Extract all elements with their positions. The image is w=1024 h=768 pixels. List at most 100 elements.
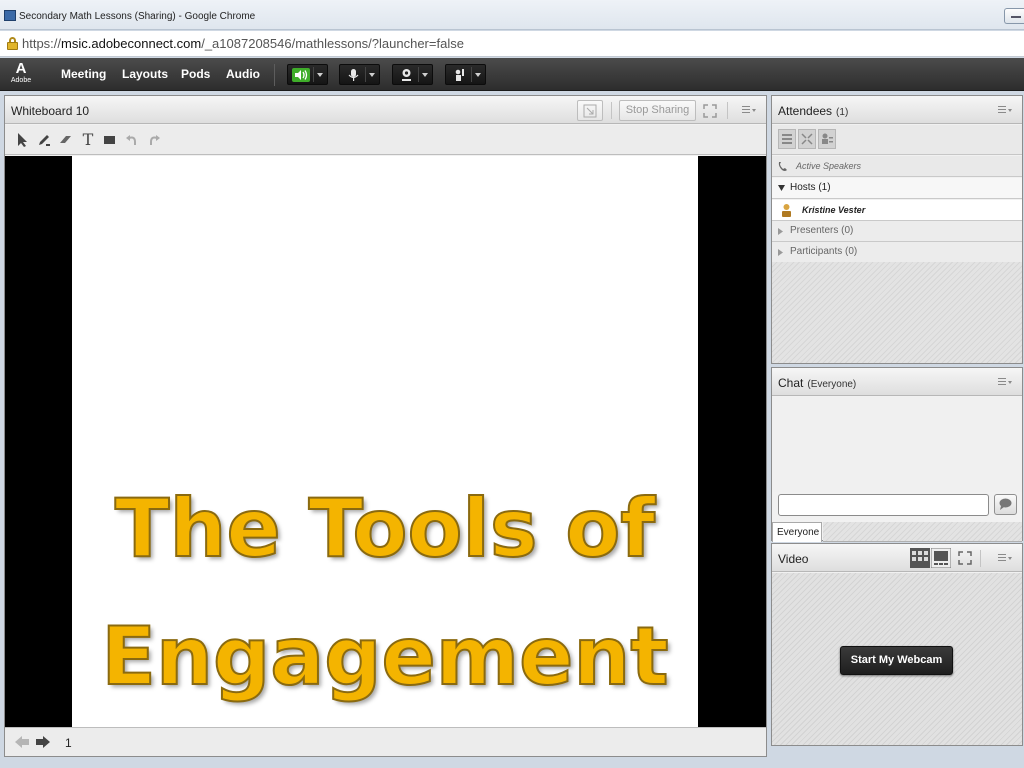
sync-pointer-button[interactable] bbox=[577, 100, 603, 121]
chat-pod-header: Chat (Everyone) bbox=[772, 368, 1022, 396]
pod-options-menu-icon[interactable] bbox=[998, 106, 1012, 115]
window-title: Secondary Math Lessons (Sharing) - Googl… bbox=[19, 11, 256, 22]
url-scheme: https:// bbox=[22, 36, 62, 51]
participants-group-row[interactable]: Participants (0) bbox=[772, 242, 1022, 263]
pod-options-menu-icon[interactable] bbox=[998, 554, 1012, 563]
filmstrip-view-icon[interactable] bbox=[931, 548, 951, 568]
chat-title: Chat bbox=[778, 376, 804, 390]
adobe-logo: A Adobe bbox=[10, 61, 32, 88]
microphone-icon bbox=[348, 69, 359, 81]
stop-sharing-button[interactable]: Stop Sharing bbox=[619, 100, 696, 121]
grid-view-icon[interactable] bbox=[910, 548, 930, 568]
pod-title: Whiteboard 10 bbox=[11, 104, 90, 118]
chat-tab-strip bbox=[823, 522, 1022, 542]
slide-title-line-1: The Tools of bbox=[114, 482, 656, 576]
attendees-title: Attendees bbox=[778, 104, 833, 118]
attendee-view-switcher bbox=[772, 125, 1022, 155]
connect-menu-bar: A Adobe Meeting Layouts Pods Audio bbox=[0, 58, 1024, 91]
chevron-down-icon bbox=[317, 73, 323, 77]
whiteboard-page-navigation: 1 bbox=[5, 727, 766, 756]
active-speakers-row: Active Speakers bbox=[772, 156, 1022, 177]
video-pod: Video Start My Webcam bbox=[771, 543, 1023, 746]
hosts-label: Hosts (1) bbox=[790, 182, 831, 193]
webcam-button[interactable] bbox=[392, 64, 433, 85]
url-text[interactable]: https://msic.adobeconnect.com/_a10872085… bbox=[22, 36, 464, 51]
collapsed-triangle-icon bbox=[778, 249, 783, 256]
current-page-number: 1 bbox=[65, 736, 72, 750]
text-tool-icon[interactable]: T bbox=[80, 132, 96, 148]
pod-options-menu-icon[interactable] bbox=[742, 106, 756, 115]
chat-message-input[interactable] bbox=[778, 494, 989, 516]
breakout-rooms-icon bbox=[801, 133, 813, 145]
pointer-icon bbox=[583, 104, 597, 118]
url-path: /_a1087208546/mathlessons/?launcher=fals… bbox=[201, 36, 464, 51]
speaker-volume-button[interactable] bbox=[287, 64, 328, 85]
whiteboard-pod-header: Whiteboard 10 Stop Sharing bbox=[5, 96, 766, 124]
header-divider bbox=[611, 102, 612, 119]
chat-scope: (Everyone) bbox=[807, 379, 857, 390]
attendees-pod: Attendees (1) Active Speakers Hosts (1) K… bbox=[771, 95, 1023, 364]
selection-arrow-icon[interactable] bbox=[15, 132, 31, 148]
list-view-icon bbox=[782, 134, 792, 144]
raise-hand-status-button[interactable] bbox=[445, 64, 486, 85]
address-bar[interactable]: https://msic.adobeconnect.com/_a10872085… bbox=[0, 31, 1024, 57]
previous-page-arrow-icon[interactable] bbox=[15, 736, 29, 748]
fullscreen-icon[interactable] bbox=[703, 104, 717, 118]
host-user-icon bbox=[782, 204, 791, 217]
whiteboard-pod: Whiteboard 10 Stop Sharing T The Tools o… bbox=[4, 95, 767, 757]
attendee-count: (1) bbox=[836, 107, 849, 118]
active-speakers-label: Active Speakers bbox=[796, 161, 862, 171]
video-pod-header: Video bbox=[772, 544, 1022, 572]
phone-icon bbox=[778, 162, 787, 171]
whiteboard-canvas[interactable]: The Tools of Engagement bbox=[5, 156, 766, 728]
status-view-button[interactable] bbox=[818, 129, 836, 149]
attendee-row[interactable]: Kristine Vester bbox=[772, 200, 1022, 221]
whiteboard-toolbar: T bbox=[5, 125, 766, 155]
attendees-pod-header: Attendees (1) bbox=[772, 96, 1022, 124]
browser-title-bar: Secondary Math Lessons (Sharing) - Googl… bbox=[0, 0, 1024, 30]
redo-icon[interactable] bbox=[146, 132, 162, 148]
padlock-icon[interactable] bbox=[7, 37, 18, 50]
pod-title: Attendees (1) bbox=[778, 104, 848, 118]
speaker-icon bbox=[292, 68, 310, 82]
chevron-down-icon bbox=[369, 73, 375, 77]
page-favicon-icon bbox=[4, 10, 16, 21]
fullscreen-icon[interactable] bbox=[958, 551, 972, 565]
microphone-button[interactable] bbox=[339, 64, 380, 85]
adobe-logo-word: Adobe bbox=[10, 77, 32, 84]
chat-pod: Chat (Everyone) Everyone bbox=[771, 367, 1023, 542]
host-name: Kristine Vester bbox=[802, 205, 866, 215]
list-view-button[interactable] bbox=[778, 129, 796, 149]
participants-label: Participants (0) bbox=[790, 246, 858, 257]
breakout-view-button[interactable] bbox=[798, 129, 816, 149]
rectangle-shape-icon[interactable] bbox=[102, 132, 118, 148]
raise-hand-icon bbox=[455, 69, 464, 81]
speech-bubble-icon bbox=[999, 498, 1012, 510]
webcam-icon bbox=[402, 69, 411, 81]
collapsed-triangle-icon bbox=[778, 228, 783, 235]
menu-audio[interactable]: Audio bbox=[226, 67, 260, 81]
next-page-arrow-icon[interactable] bbox=[36, 736, 50, 748]
slide-title-line-2: Engagement bbox=[100, 610, 669, 704]
undo-icon[interactable] bbox=[124, 132, 140, 148]
minimize-window-button[interactable] bbox=[1004, 8, 1024, 24]
video-area: Start My Webcam bbox=[772, 573, 1022, 745]
eraser-icon[interactable] bbox=[58, 132, 74, 148]
menu-layouts[interactable]: Layouts bbox=[122, 67, 168, 81]
pod-options-menu-icon[interactable] bbox=[998, 378, 1012, 387]
toolbar-divider bbox=[274, 64, 275, 86]
menu-meeting[interactable]: Meeting bbox=[61, 67, 106, 81]
pencil-icon[interactable] bbox=[36, 132, 52, 148]
chevron-down-icon bbox=[475, 73, 481, 77]
chat-tab-everyone[interactable]: Everyone bbox=[772, 522, 822, 542]
menu-pods[interactable]: Pods bbox=[181, 67, 210, 81]
pod-title: Chat (Everyone) bbox=[778, 376, 856, 390]
adobe-logo-mark: A bbox=[15, 60, 27, 77]
hosts-group-row[interactable]: Hosts (1) bbox=[772, 178, 1022, 199]
start-webcam-button[interactable]: Start My Webcam bbox=[840, 646, 953, 675]
attendee-status-icon bbox=[822, 133, 833, 144]
chat-messages-area[interactable] bbox=[772, 397, 1022, 492]
video-title: Video bbox=[778, 552, 809, 566]
send-message-button[interactable] bbox=[994, 494, 1017, 515]
presenters-group-row[interactable]: Presenters (0) bbox=[772, 221, 1022, 242]
